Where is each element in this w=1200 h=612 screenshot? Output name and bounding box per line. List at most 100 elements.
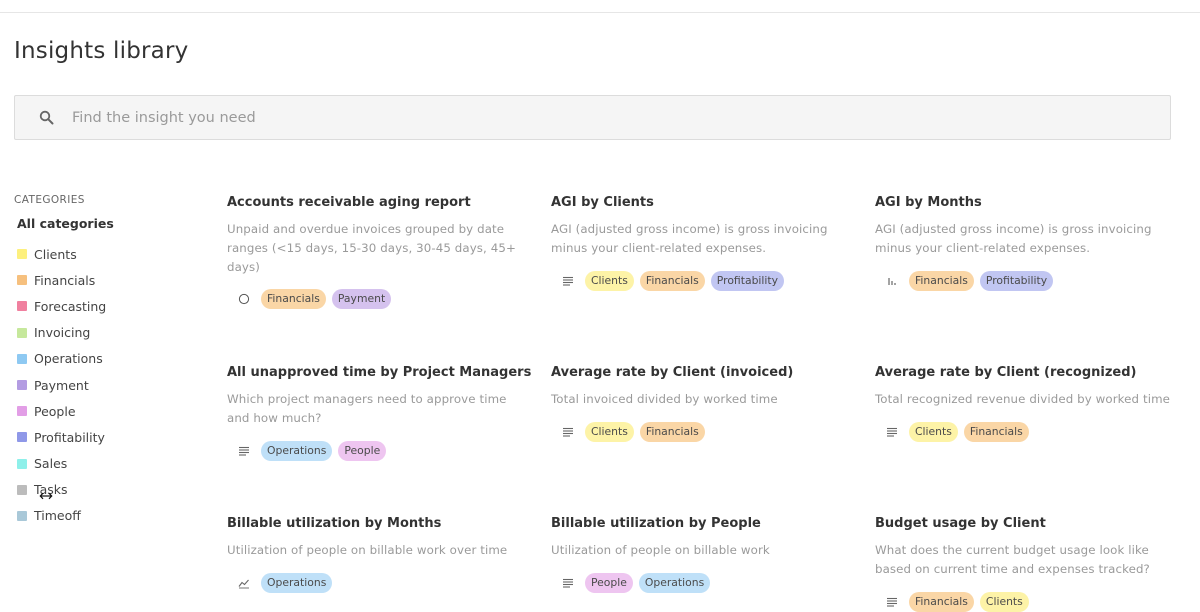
tag-profitability[interactable]: Profitability xyxy=(979,270,1054,291)
insight-title[interactable]: AGI by Clients xyxy=(551,194,856,211)
category-item-operations[interactable]: Operations xyxy=(17,346,194,372)
category-item-invoicing[interactable]: Invoicing xyxy=(17,320,194,346)
tag-payment[interactable]: Payment xyxy=(331,289,392,310)
category-swatch xyxy=(17,484,27,495)
tag-financials[interactable]: Financials xyxy=(639,270,705,291)
insight-tags: Financials Clients xyxy=(875,591,1180,612)
insight-title[interactable]: Billable utilization by Months xyxy=(227,515,532,532)
tag-financials[interactable]: Financials xyxy=(909,270,974,291)
category-item-people[interactable]: People xyxy=(17,398,194,424)
tag-clients[interactable]: Clients xyxy=(909,421,958,442)
categories-sidebar: CATEGORIES All categories Clients Financi… xyxy=(14,194,194,529)
category-swatch xyxy=(17,353,27,364)
category-swatch xyxy=(17,249,27,260)
category-swatch xyxy=(17,458,27,469)
tag-people[interactable]: People xyxy=(338,440,387,461)
category-label: Financials xyxy=(34,272,96,288)
tag-financials[interactable]: Financials xyxy=(963,421,1029,442)
tag-clients[interactable]: Clients xyxy=(585,421,634,442)
insight-card[interactable]: Billable utilization by People Utilizatio… xyxy=(551,515,856,593)
category-item-clients[interactable]: Clients xyxy=(17,241,194,267)
category-item-payment[interactable]: Payment xyxy=(17,372,194,398)
category-item-financials[interactable]: Financials xyxy=(17,267,194,293)
category-label: Profitability xyxy=(34,429,105,445)
category-item-profitability[interactable]: Profitability xyxy=(17,424,194,450)
bar-chart-icon xyxy=(885,274,899,288)
category-all[interactable]: All categories xyxy=(17,215,194,241)
insight-card[interactable]: Average rate by Client (invoiced) Total i… xyxy=(551,364,856,442)
category-swatch xyxy=(17,327,27,338)
insight-card[interactable]: All unapproved time by Project Managers W… xyxy=(227,364,532,461)
insight-card[interactable]: Average rate by Client (recognized) Total… xyxy=(875,364,1180,442)
resize-cursor-icon xyxy=(39,492,53,500)
category-label: Payment xyxy=(34,377,89,393)
insight-tags: Financials Profitability xyxy=(875,270,1180,291)
search-icon xyxy=(37,109,55,127)
insight-card[interactable]: Accounts receivable aging report Unpaid a… xyxy=(227,194,532,310)
search-bar[interactable] xyxy=(14,95,1171,140)
tag-clients[interactable]: Clients xyxy=(979,591,1029,612)
insight-description: AGI (adjusted gross income) is gross inv… xyxy=(551,222,828,255)
insight-tags: Clients Financials xyxy=(875,421,1180,442)
category-list: Clients Financials Forecasting Invoicing Ope… xyxy=(14,241,194,529)
page-title: Insights library xyxy=(14,38,189,64)
table-icon xyxy=(561,274,575,288)
insight-description: AGI (adjusted gross income) is gross inv… xyxy=(875,222,1152,255)
insight-description: What does the current budget usage look … xyxy=(875,543,1150,576)
tag-people[interactable]: People xyxy=(585,572,633,593)
table-icon xyxy=(885,595,899,609)
tag-operations[interactable]: Operations xyxy=(261,572,333,593)
tag-financials[interactable]: Financials xyxy=(261,289,326,310)
insight-cards-grid: Accounts receivable aging report Unpaid a… xyxy=(227,194,1200,612)
category-item-forecasting[interactable]: Forecasting xyxy=(17,293,194,319)
insight-description: Utilization of people on billable work xyxy=(551,543,770,557)
table-icon xyxy=(561,425,575,439)
circle-icon xyxy=(237,292,251,306)
insight-tags: Operations People xyxy=(227,440,532,461)
category-item-timeoff[interactable]: Timeoff xyxy=(17,503,194,529)
insight-title[interactable]: Accounts receivable aging report xyxy=(227,194,532,211)
insight-card[interactable]: Billable utilization by Months Utilizatio… xyxy=(227,515,532,593)
insight-card[interactable]: AGI by Months AGI (adjusted gross income)… xyxy=(875,194,1180,291)
category-label: Invoicing xyxy=(34,325,91,341)
insight-title[interactable]: All unapproved time by Project Managers xyxy=(227,364,532,381)
tag-operations[interactable]: Operations xyxy=(638,572,711,593)
tag-financials[interactable]: Financials xyxy=(639,421,705,442)
insight-card[interactable]: AGI by Clients AGI (adjusted gross income… xyxy=(551,194,856,291)
top-divider xyxy=(0,12,1200,13)
insight-title[interactable]: AGI by Months xyxy=(875,194,1180,211)
category-item-sales[interactable]: Sales xyxy=(17,451,194,477)
category-label: Sales xyxy=(34,456,68,472)
table-icon xyxy=(561,576,575,590)
category-swatch xyxy=(17,432,27,443)
category-swatch xyxy=(17,406,27,417)
insight-tags: Financials Payment xyxy=(227,289,532,310)
category-label: People xyxy=(34,403,76,419)
insight-description: Which project managers need to approve t… xyxy=(227,392,507,425)
category-swatch xyxy=(17,275,27,286)
insight-card[interactable]: Budget usage by Client What does the curr… xyxy=(875,515,1180,612)
insight-description: Unpaid and overdue invoices grouped by d… xyxy=(227,222,516,274)
category-swatch xyxy=(17,510,27,521)
table-icon xyxy=(237,444,251,458)
category-swatch xyxy=(17,301,27,312)
insight-tags: Clients Financials Profitability xyxy=(551,270,856,291)
insight-title[interactable]: Budget usage by Client xyxy=(875,515,1180,532)
tag-profitability[interactable]: Profitability xyxy=(710,270,785,291)
search-input[interactable] xyxy=(70,108,1074,127)
line-chart-icon xyxy=(237,576,251,590)
category-swatch xyxy=(17,380,27,391)
categories-heading: CATEGORIES xyxy=(14,194,85,206)
insight-title[interactable]: Average rate by Client (recognized) xyxy=(875,364,1180,381)
category-label: Operations xyxy=(34,351,103,367)
table-icon xyxy=(885,425,899,439)
tag-financials[interactable]: Financials xyxy=(909,591,974,612)
insight-title[interactable]: Average rate by Client (invoiced) xyxy=(551,364,856,381)
category-label: Forecasting xyxy=(34,298,107,314)
tag-operations[interactable]: Operations xyxy=(261,440,333,461)
insight-tags: Clients Financials xyxy=(551,421,856,442)
insight-tags: Operations xyxy=(227,572,532,593)
category-label: Timeoff xyxy=(34,508,81,524)
tag-clients[interactable]: Clients xyxy=(585,270,634,291)
insight-title[interactable]: Billable utilization by People xyxy=(551,515,856,532)
